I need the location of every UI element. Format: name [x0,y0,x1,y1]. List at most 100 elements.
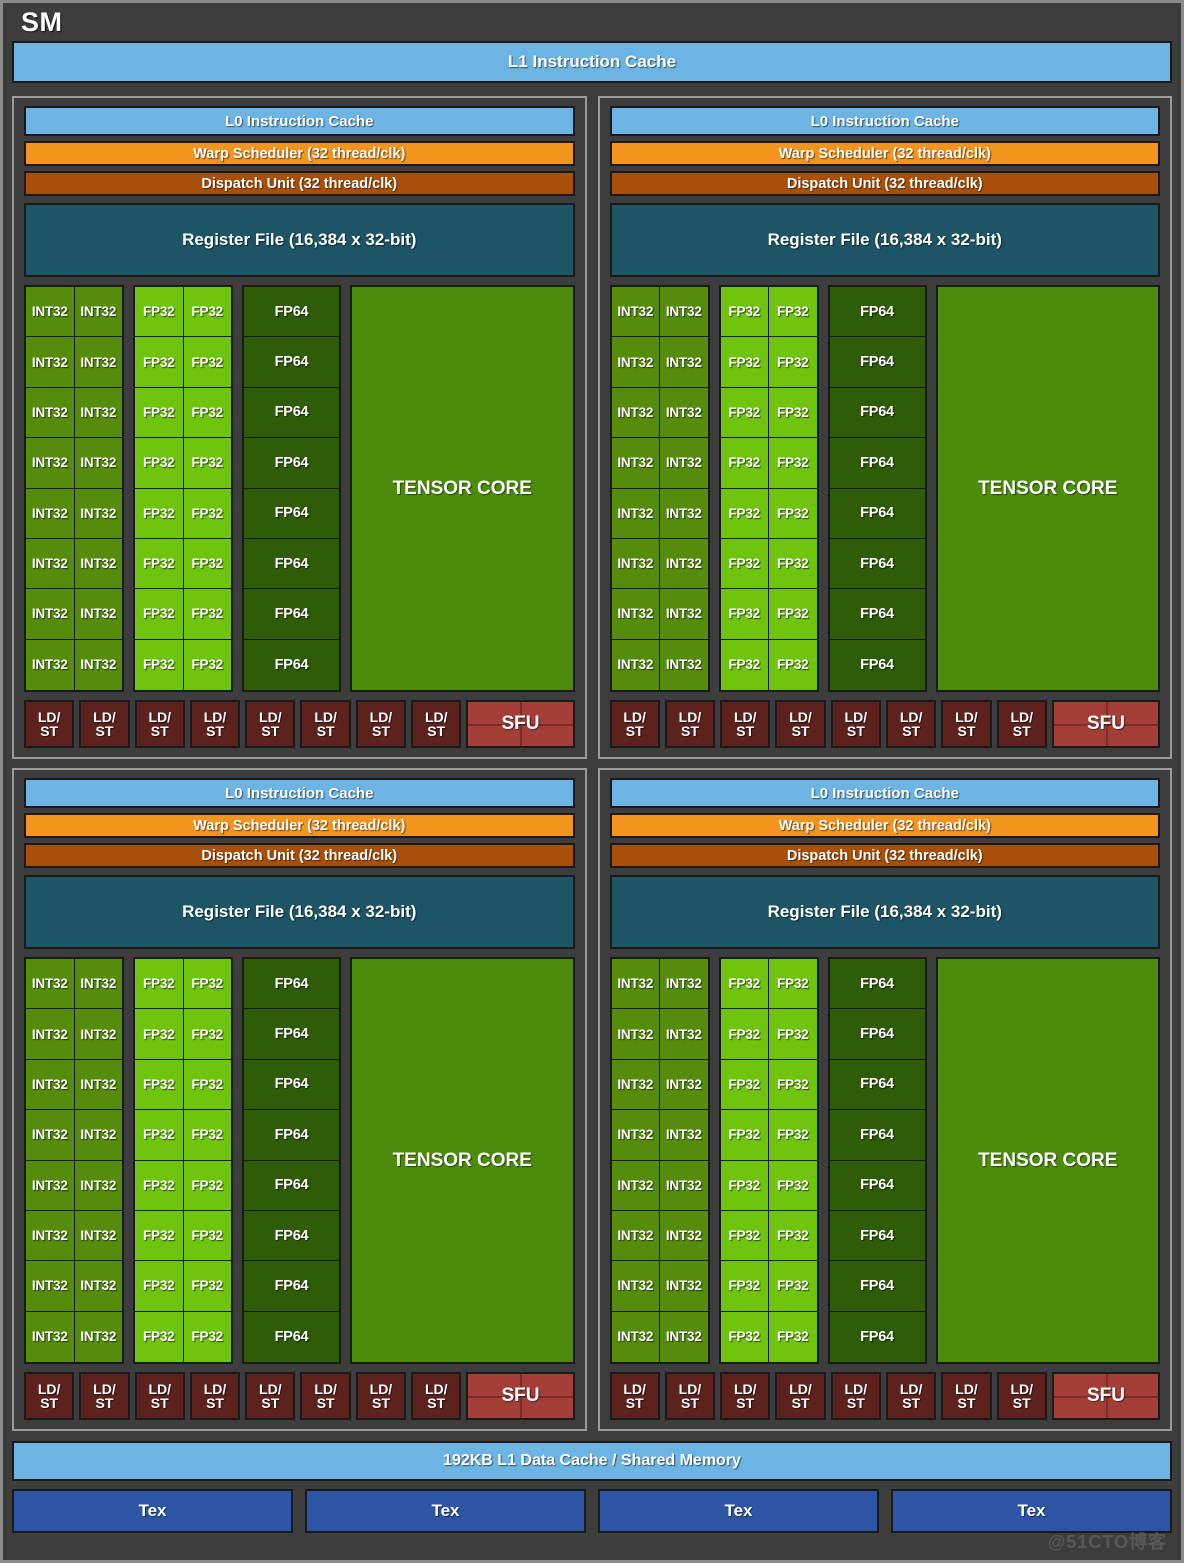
core-unit-fp32: FP32 [720,538,769,590]
ldst-unit: LD/ST [189,700,241,748]
core-unit-fp32: FP32 [183,538,231,590]
core-unit-fp64: FP64 [244,438,339,489]
ldst-label-bottom: ST [791,723,810,739]
ldst-unit: LD/ST [189,1372,241,1420]
core-unit-fp64: FP64 [244,1110,339,1161]
ldst-label-top: LD/ [369,1380,393,1397]
core-unit-fp32: FP32 [135,589,184,640]
core-unit-row: FP32 FP32 [135,1160,231,1211]
ldst-label-bottom: ST [316,723,335,739]
warp-scheduler: Warp Scheduler (32 thread/clk) [609,813,1160,838]
ldst-label-top: LD/ [203,1380,227,1397]
core-unit-row: FP64 [244,1009,339,1060]
ldst-label-top: LD/ [1010,708,1033,725]
core-column-fp64: FP64 FP64 FP64 FP64 FP64 FP64 FP64 FP64 [827,957,927,1364]
core-unit-row: INT32 INT32 [26,1160,122,1211]
core-unit-row: FP64 [829,1210,925,1262]
ldst-unit: LD/ST [720,1372,771,1420]
core-unit-fp32: FP32 [720,1059,769,1111]
sfu-unit: SFU [466,700,575,748]
core-unit-fp64: FP64 [244,1009,339,1060]
core-unit-fp32: FP32 [135,1160,184,1211]
dispatch-unit: Dispatch Unit (32 thread/clk) [609,843,1160,868]
tensor-core: TENSOR CORE [350,285,575,692]
ldst-label-top: LD/ [733,1380,757,1397]
ldst-label-bottom: ST [150,1395,169,1411]
core-column-fp32: FP32 FP32 FP32 FP32 FP32 FP32 FP32 FP32 FP32 FP32… [133,957,233,1364]
core-unit-fp32: FP32 [769,438,817,489]
core-unit-row: FP32 FP32 [720,1261,817,1312]
ldst-label-top: LD/ [955,1380,978,1397]
core-unit-row: FP32 FP32 [720,538,817,590]
core-unit-fp64: FP64 [829,1210,925,1262]
core-unit-row: FP64 [829,1110,925,1161]
core-unit-fp32: FP32 [720,1210,769,1262]
core-unit-int32: INT32 [26,287,75,338]
core-unit-fp32: FP32 [183,438,231,489]
core-unit-fp32: FP32 [135,337,184,388]
ldst-unit: LD/ST [24,700,75,748]
core-unit-fp32: FP32 [720,387,769,439]
core-unit-fp64: FP64 [829,639,925,690]
tex-unit-3: Tex [598,1489,879,1533]
core-unit-fp64: FP64 [244,1160,339,1211]
core-unit-row: FP32 FP32 [135,538,231,590]
ldst-label-bottom: ST [371,1395,390,1411]
ldst-unit: LD/ST [609,1372,660,1420]
core-unit-row: INT32 INT32 [26,1009,122,1060]
register-file: Register File (16,384 x 32-bit) [609,203,1160,277]
core-unit-int32: INT32 [611,488,660,539]
core-unit-fp32: FP32 [769,1311,817,1362]
core-unit-row: FP64 [829,438,925,489]
tex-unit-4: Tex [891,1489,1172,1533]
core-unit-fp64: FP64 [244,589,339,640]
core-unit-row: FP32 FP32 [720,488,817,539]
core-unit-fp32: FP32 [183,337,231,388]
core-unit-row: FP32 FP32 [720,287,817,338]
core-unit-row: FP32 FP32 [135,387,231,439]
core-unit-fp32: FP32 [720,589,769,640]
core-unit-int32: INT32 [74,287,122,338]
core-unit-fp32: FP32 [769,538,817,590]
sfu-label: SFU [501,713,540,734]
core-unit-row: FP64 [244,1261,339,1312]
ldst-label-top: LD/ [899,708,923,725]
core-column-int32: INT32 INT32 INT32 INT32 INT32 INT32 INT32 INT32… [24,957,124,1364]
core-unit-fp32: FP32 [769,387,817,439]
core-column-int32: INT32 INT32 INT32 INT32 INT32 INT32 INT32 INT32… [24,285,124,692]
core-unit-fp32: FP32 [183,387,231,439]
core-unit-fp64: FP64 [244,1059,339,1111]
core-unit-fp64: FP64 [244,387,339,439]
core-unit-row: FP64 [829,589,925,640]
core-unit-row: INT32 INT32 [611,1009,708,1060]
core-unit-fp64: FP64 [829,589,925,640]
core-unit-int32: INT32 [611,438,660,489]
core-unit-fp32: FP32 [769,639,817,690]
ldst-unit: LD/ST [134,700,185,748]
core-unit-int32: INT32 [26,1210,75,1262]
ldst-label-bottom: ST [681,1395,699,1411]
dispatch-unit: Dispatch Unit (32 thread/clk) [24,843,575,868]
ldst-unit: LD/ST [609,700,660,748]
core-unit-int32: INT32 [660,639,708,690]
ldst-unit: LD/ST [775,700,826,748]
ldst-label-bottom: ST [1012,1395,1031,1411]
core-unit-row: FP32 FP32 [135,959,231,1010]
core-unit-fp32: FP32 [183,1110,231,1161]
core-unit-int32: INT32 [74,538,122,590]
core-unit-row: FP64 [244,538,339,590]
core-unit-row: INT32 INT32 [26,1311,122,1362]
core-unit-row: FP32 FP32 [135,337,231,388]
core-unit-row: INT32 INT32 [611,1261,708,1312]
core-unit-row: FP64 [829,1160,925,1211]
core-unit-row: INT32 INT32 [26,438,122,489]
ldst-label-bottom: ST [95,723,114,739]
core-unit-int32: INT32 [611,538,660,590]
core-unit-row: FP64 [829,1261,925,1312]
core-column-fp32: FP32 FP32 FP32 FP32 FP32 FP32 FP32 FP32 FP32 FP32… [133,285,233,692]
core-unit-fp32: FP32 [720,1261,769,1312]
core-unit-row: FP64 [244,639,339,690]
core-unit-fp32: FP32 [183,1009,231,1060]
core-unit-int32: INT32 [660,589,708,640]
core-unit-fp32: FP32 [135,387,184,439]
